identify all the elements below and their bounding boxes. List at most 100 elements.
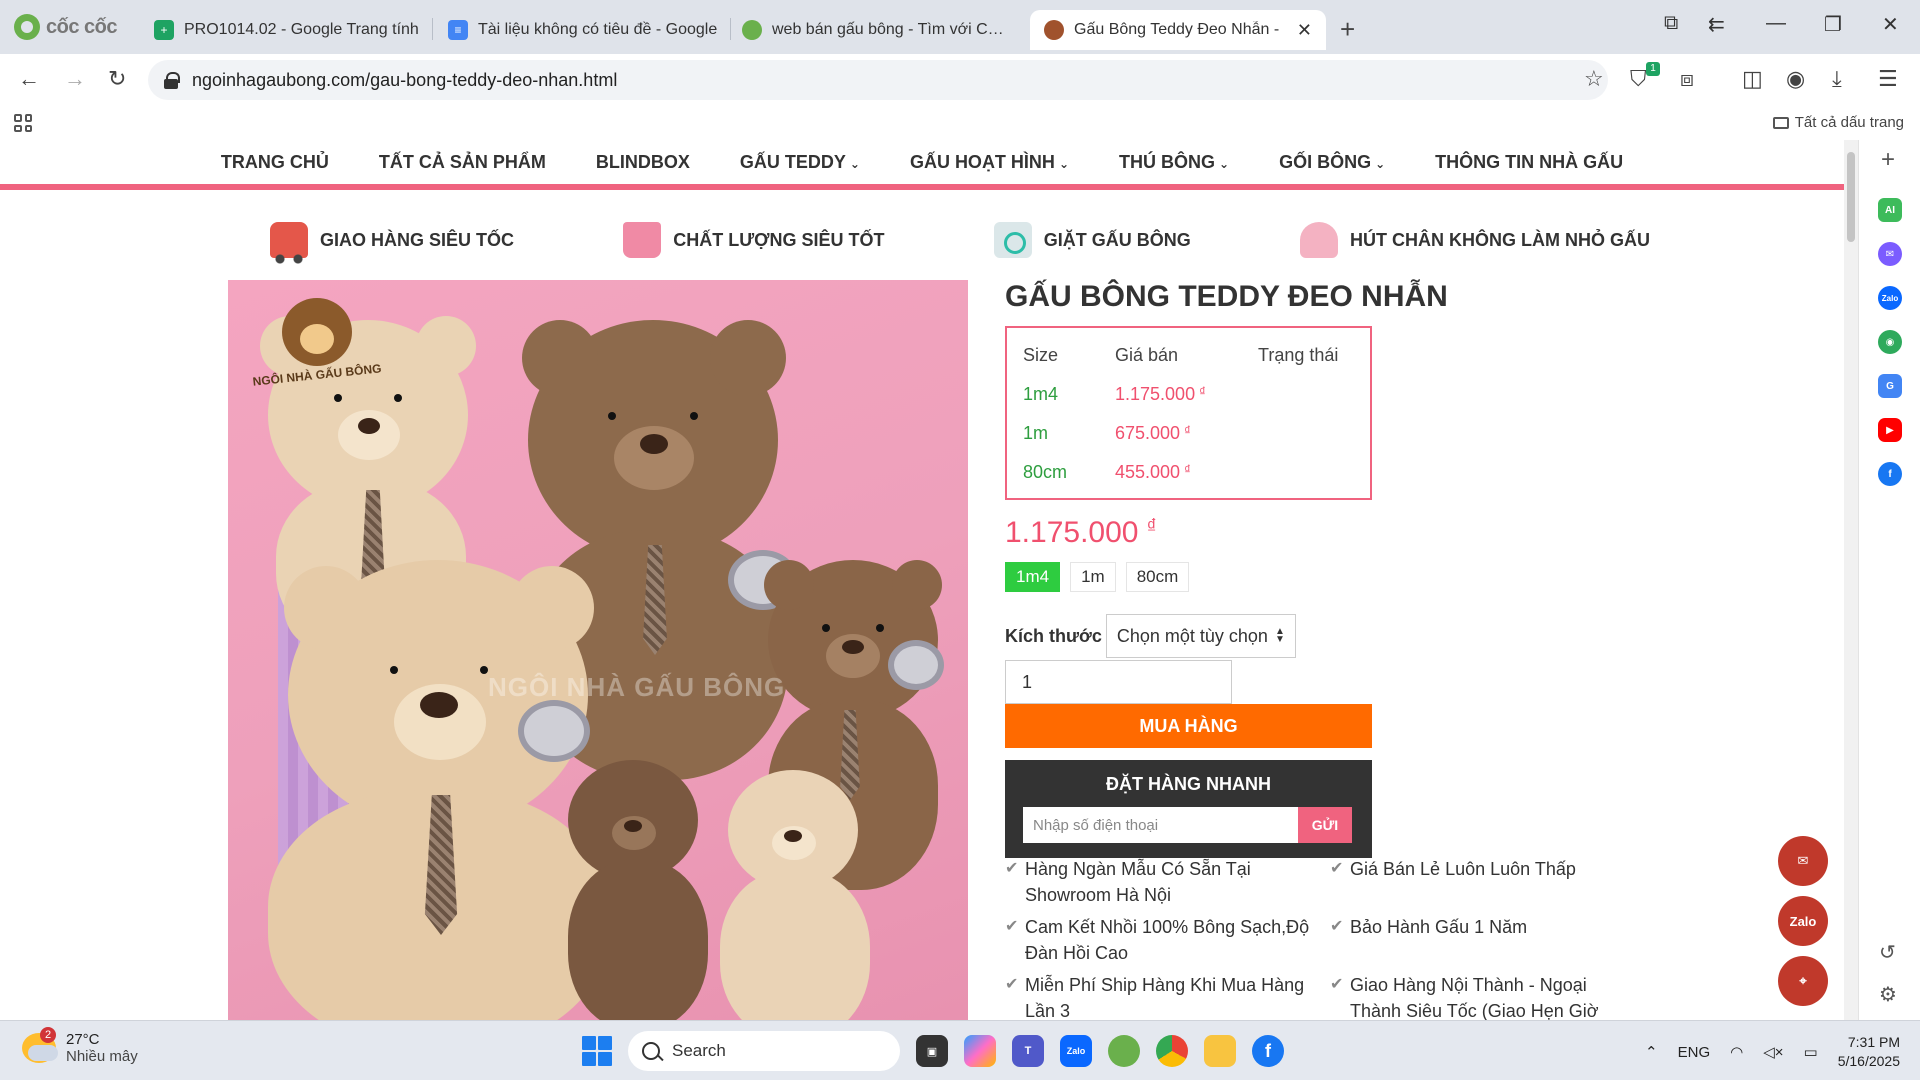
size-select[interactable]: Chọn một tùy chọn ▲ ▼ [1105, 614, 1296, 658]
coccoc-app-icon[interactable] [1108, 1035, 1140, 1067]
quick-order-title: ĐẶT HÀNG NHANH [1106, 774, 1271, 794]
check-icon: ✔ [1005, 860, 1019, 877]
nav-item-teddy[interactable]: GẤU TEDDY ⌄ [740, 152, 860, 173]
battery-icon[interactable]: ▭ [1804, 1043, 1818, 1061]
chrome-icon[interactable] [1156, 1035, 1188, 1067]
feature-vacuum[interactable]: HÚT CHÂN KHÔNG LÀM NHỎ GẤU [1300, 222, 1650, 258]
add-panel-icon[interactable]: + [1881, 146, 1895, 174]
feature-quality[interactable]: CHẤT LƯỢNG SIÊU TỐT [623, 222, 885, 258]
benefit-item: ✔ Cam Kết Nhồi 100% Bông Sạch,Độ Đàn Hồi … [1005, 914, 1330, 966]
tab-teddy-product[interactable]: Gấu Bông Teddy Đeo Nhẫn - ✕ [1030, 10, 1326, 50]
teams-icon[interactable]: T [1012, 1035, 1044, 1067]
facebook-icon[interactable]: f [1878, 462, 1902, 486]
nav-item-about[interactable]: THÔNG TIN NHÀ GẤU [1435, 152, 1623, 173]
download-icon[interactable]: ⤓ [1832, 66, 1842, 92]
windows-start-icon[interactable] [582, 1036, 612, 1066]
new-tab-plus-icon[interactable]: + [1340, 14, 1355, 45]
all-bookmarks-button[interactable]: Tất cả dấu trang [1772, 114, 1904, 131]
file-explorer-icon[interactable] [1204, 1035, 1236, 1067]
profile-icon[interactable]: ◉ [1786, 66, 1805, 92]
extensions-puzzle-icon[interactable]: ⧈ [1680, 66, 1694, 92]
chevron-down-icon: ⌄ [1375, 156, 1386, 171]
tab-coccoc-search[interactable]: web bán gấu bông - Tìm với Cốc C [728, 10, 1024, 50]
translate-icon[interactable]: G [1878, 374, 1902, 398]
phone-input[interactable]: Nhập số điện thoại [1023, 807, 1298, 843]
ai-assistant-icon[interactable]: AI [1878, 198, 1902, 222]
messenger-icon[interactable]: ✉ [1878, 242, 1902, 266]
image-watermark: NGÔI NHÀ GẤU BÔNG [488, 672, 786, 702]
nav-item-pillows[interactable]: GỐI BÔNG ⌄ [1279, 152, 1385, 173]
bookmark-star-icon[interactable]: ☆ [1584, 66, 1604, 92]
system-clock[interactable]: 7:31 PM 5/16/2025 [1838, 1033, 1900, 1071]
size-swatch-1m[interactable]: 1m [1070, 562, 1116, 592]
reload-icon[interactable]: ↻ [108, 66, 126, 92]
weather-description: Nhiều mây [66, 1048, 138, 1065]
size-swatch-1m4[interactable]: 1m4 [1005, 562, 1061, 592]
product-image[interactable]: NGÔI NHÀ GẤU BÔNG NGÔI NHÀ GẤU BÔNG [228, 280, 968, 1020]
tab-close-icon[interactable]: ✕ [1297, 20, 1312, 41]
restore-icon[interactable]: ❐ [1824, 12, 1842, 37]
settings-gear-icon[interactable]: ⚙ [1879, 982, 1897, 1007]
check-icon: ✔ [1330, 918, 1344, 935]
back-to-tab-icon[interactable]: ⇇ [1708, 12, 1725, 37]
input-language[interactable]: ENG [1678, 1044, 1711, 1061]
copilot-icon[interactable] [964, 1035, 996, 1067]
taskbar-search[interactable]: Search [628, 1031, 900, 1071]
nav-item-cartoon-bears[interactable]: GẤU HOẠT HÌNH ⌄ [910, 152, 1069, 173]
task-view-icon[interactable]: ▣ [916, 1035, 948, 1067]
address-bar[interactable]: ngoinhagaubong.com/gau-bong-teddy-deo-nh… [148, 60, 1608, 100]
zalo-icon[interactable]: Zalo [1878, 286, 1902, 310]
back-arrow-icon[interactable]: ← [18, 66, 40, 92]
scroll-thumb[interactable] [1847, 152, 1855, 242]
bear-brown-large [522, 320, 786, 560]
youtube-icon[interactable]: ▶ [1878, 418, 1902, 442]
close-window-icon[interactable]: ✕ [1882, 12, 1899, 37]
minimize-icon[interactable]: — [1766, 12, 1786, 35]
quick-order-form: Nhập số điện thoại GỬI [1023, 807, 1354, 843]
history-icon[interactable]: ↺ [1879, 940, 1896, 965]
tray-overflow-chevron-icon[interactable]: ⌃ [1645, 1043, 1658, 1061]
quantity-input[interactable]: 1 [1005, 660, 1232, 704]
messenger-icon: ✉ [1797, 853, 1809, 868]
shield-extension-icon[interactable]: ⛉ [1630, 66, 1647, 92]
nav-item-home[interactable]: TRANG CHỦ [221, 152, 329, 173]
tab-google-docs[interactable]: ≡ Tài liệu không có tiêu đề - Google [434, 10, 734, 50]
weather-widget[interactable]: 2 27°C Nhiều mây [22, 1027, 138, 1065]
size-swatch-80cm[interactable]: 80cm [1125, 562, 1190, 592]
feature-fast-delivery[interactable]: GIAO HÀNG SIÊU TỐC [270, 222, 514, 264]
check-icon: ✔ [1005, 976, 1019, 993]
lock-icon[interactable] [164, 72, 180, 89]
tab-title: PRO1014.02 - Google Trang tính [184, 21, 419, 38]
map-float-button[interactable]: ⌖ [1778, 956, 1828, 1006]
weather-temperature: 27°C [66, 1031, 100, 1048]
feature-washing[interactable]: GIẶT GẤU BÔNG [993, 222, 1191, 258]
forward-arrow-icon[interactable]: → [64, 66, 86, 92]
menu-icon[interactable]: ☰ [1878, 66, 1898, 92]
zalo-app-icon[interactable]: Zalo [1060, 1035, 1092, 1067]
wifi-icon[interactable]: ◠ [1730, 1043, 1743, 1061]
volume-muted-icon[interactable]: ◁× [1763, 1043, 1783, 1061]
buy-button[interactable]: MUA HÀNG [1005, 704, 1372, 748]
messenger-float-button[interactable]: ✉ [1778, 836, 1828, 886]
nav-item-blindbox[interactable]: BLINDBOX [596, 152, 690, 173]
nav-item-plush-animals[interactable]: THÚ BÔNG ⌄ [1119, 152, 1229, 173]
page-scrollbar[interactable] [1844, 140, 1858, 1020]
vacuum-icon [1300, 222, 1338, 258]
product-title: GẤU BÔNG TEDDY ĐEO NHẪN [1005, 280, 1448, 313]
tab-google-sheets[interactable]: + PRO1014.02 - Google Trang tính [140, 10, 440, 50]
zalo-float-button[interactable]: Zalo [1778, 896, 1828, 946]
chevron-down-icon: ⌄ [849, 156, 860, 171]
browser-side-panel: + AI ✉ Zalo ◉ G ▶ f ↺ ⚙ [1858, 140, 1920, 1020]
check-icon: ✔ [1330, 860, 1344, 877]
tab-search-icon[interactable]: ⧉ [1664, 12, 1678, 35]
facebook-app-icon[interactable]: f [1252, 1035, 1284, 1067]
weather-badge: 2 [40, 1027, 56, 1043]
apps-grid-icon[interactable] [14, 114, 32, 132]
gamepad-icon[interactable]: ◉ [1878, 330, 1902, 354]
nav-item-all-products[interactable]: TẤT CẢ SẢN PHẨM [379, 152, 546, 173]
split-view-icon[interactable]: ◫ [1742, 66, 1763, 92]
browser-brand[interactable]: cốc cốc [14, 14, 117, 40]
price-table: Size Giá bán Trạng thái 1m4 1.175.000 ₫ 1… [1005, 326, 1372, 500]
browser-brand-text: cốc cốc [46, 15, 117, 38]
send-button[interactable]: GỬI [1298, 807, 1352, 843]
